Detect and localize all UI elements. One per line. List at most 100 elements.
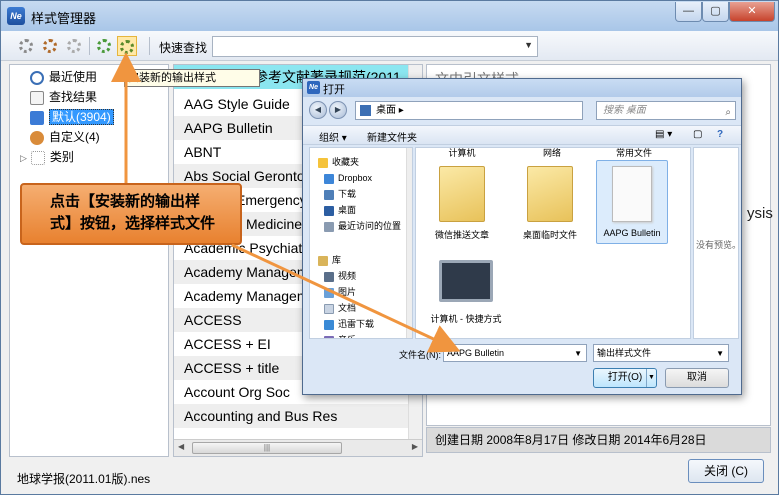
expand-arrow-icon[interactable]: ▷ [20,153,27,163]
folder-wechat-articles[interactable]: 微信推送文章 [426,166,498,241]
tree-item-recent[interactable]: 最近使用 [30,68,97,86]
help-icon[interactable]: ? [717,129,723,140]
created-date: 2008年8月17日 [486,433,570,447]
folder-icon [527,166,573,222]
chevron-down-icon[interactable]: ▼ [524,40,533,50]
sidebar-item-favorites[interactable]: 收藏夹 [318,154,359,170]
new-folder-button[interactable]: 新建文件夹 [367,129,417,144]
cancel-button[interactable]: 取消 [665,368,729,388]
tree-item-label: 查找结果 [49,90,98,104]
sidebar-item-downloads[interactable]: 下载 [324,186,356,202]
edit-style-button[interactable] [41,36,61,56]
sidebar-scrollbar[interactable] [406,148,412,338]
app-logo-icon: Ne [7,7,25,25]
tree-item-label: 自定义(4) [49,130,100,144]
star-icon [318,157,328,168]
export-style-button[interactable] [95,36,115,56]
preview-text: ysis [747,205,773,222]
maximize-button[interactable]: ▢ [702,2,729,22]
address-path: 桌面 ▸ [376,105,404,116]
quick-search-input[interactable]: ▼ [212,36,538,57]
dialog-title-bar: Ne 打开 [303,79,741,97]
tree-item-custom[interactable]: 自定义(4) [30,128,100,146]
minimize-button[interactable]: — [675,2,702,22]
current-style-file: 地球学报(2011.01版).nes [17,472,151,486]
file-aapg-bulletin[interactable]: AAPG Bulletin [596,160,668,244]
column-label-computer: 计算机 [448,148,476,158]
preview-pane-icon[interactable]: ▢ [693,129,702,140]
no-preview-text: 没有预览。 [696,240,739,250]
filename-input[interactable]: AAPG Bulletin ▼ [443,344,587,362]
address-bar[interactable]: 桌面 ▸ [355,101,583,120]
sidebar-item-dropbox[interactable]: Dropbox [324,170,372,186]
chevron-down-icon[interactable]: ▼ [574,346,582,362]
tree-item-default[interactable]: 默认(3904) [30,108,114,126]
open-file-dialog: Ne 打开 ◀ ▶ 桌面 ▸ 搜索 桌面 ⌕ 组织 ▾ 新建文件夹 ▤ ▾ ▢ ?… [302,78,742,395]
gear-delete-icon [67,39,81,53]
desktop-icon [360,105,371,116]
video-icon [324,271,334,282]
date-info-bar: 创建日期 2008年8月17日 修改日期 2014年6月28日 [426,427,771,453]
computer-icon [439,260,493,302]
back-button[interactable]: ◀ [309,101,327,119]
clock-icon [30,70,44,85]
sidebar-label: 视频 [338,271,357,281]
category-icon [30,150,45,165]
scroll-thumb[interactable]: ||| [192,442,342,454]
modified-date: 2014年6月28日 [623,433,707,447]
gear-install-icon [120,40,134,54]
sidebar-item-videos[interactable]: 视频 [324,268,356,284]
app-logo-icon: Ne [307,81,320,94]
tree-item-search-results[interactable]: 查找结果 [30,88,97,106]
recent-places-icon [324,221,334,232]
install-style-button[interactable] [117,36,137,56]
sidebar-item-thunder-downloads[interactable]: 迅雷下载 [324,316,374,332]
close-button[interactable]: 关闭 (C) [688,459,764,483]
folder-desktop-temp[interactable]: 桌面临时文件 [514,166,586,241]
sidebar-label: 库 [332,255,342,265]
filetype-select[interactable]: 输出样式文件 ▼ [593,344,729,362]
file-label: 计算机 - 快捷方式 [430,314,502,324]
gear-export-icon [97,39,111,53]
close-window-button[interactable]: ✕ [729,2,775,22]
sidebar-item-music[interactable]: 音乐 [324,332,356,338]
dialog-title: 打开 [323,84,345,96]
sidebar-item-pictures[interactable]: 图片 [324,284,356,300]
tree-item-category[interactable]: ▷ 类别 [20,148,74,166]
scroll-right-icon[interactable]: ▶ [412,442,418,451]
sidebar-item-libraries[interactable]: 库 [318,252,341,268]
instruction-callout: 点击【安装新的输出样 式】按钮，选择样式文件 [20,183,242,245]
column-label-network: 网络 [542,148,561,158]
column-label-common-files: 常用文件 [615,148,652,158]
thunder-icon [324,319,334,330]
quick-search-label: 快速查找 [159,41,208,55]
sidebar-label: 下载 [338,189,357,199]
sidebar-label: 收藏夹 [332,157,360,167]
list-item[interactable]: Accounting and Bus Res [174,404,408,428]
sidebar-item-recent[interactable]: 最近访问的位置 [324,218,401,234]
filename-value: AAPG Bulletin [447,348,505,358]
view-options-icon[interactable]: ▤ ▾ [655,129,672,140]
search-placeholder: 搜索 桌面 [603,105,646,116]
list-horizontal-scrollbar[interactable]: ◀ ||| ▶ [174,439,422,456]
search-icon: ⌕ [725,107,731,118]
sidebar-item-desktop[interactable]: 桌面 [324,202,356,218]
dialog-search-input[interactable]: 搜索 桌面 ⌕ [596,101,736,120]
organize-button[interactable]: 组织 ▾ [319,129,347,144]
open-options-icon[interactable]: ▼ [646,369,656,387]
chevron-down-icon[interactable]: ▼ [716,346,724,362]
dialog-sidebar: 收藏夹 Dropbox 下载 桌面 最近访问的位置 库 视频 图片 文档 迅雷下… [309,147,413,339]
sidebar-label: 文档 [338,303,357,313]
computer-shortcut[interactable]: 计算机 - 快捷方式 [430,260,502,325]
sidebar-item-documents[interactable]: 文档 [324,300,356,316]
delete-style-button[interactable] [65,36,85,56]
dropbox-icon [324,173,334,184]
forward-button[interactable]: ▶ [329,101,347,119]
dialog-toolbar: 组织 ▾ 新建文件夹 ▤ ▾ ▢ ? [303,125,741,145]
desktop-icon [324,205,334,216]
folder-icon [439,166,485,222]
new-style-button[interactable] [17,36,37,56]
sidebar-label: 音乐 [338,335,356,338]
tree-item-label: 最近使用 [49,70,98,84]
scroll-left-icon[interactable]: ◀ [178,442,184,451]
